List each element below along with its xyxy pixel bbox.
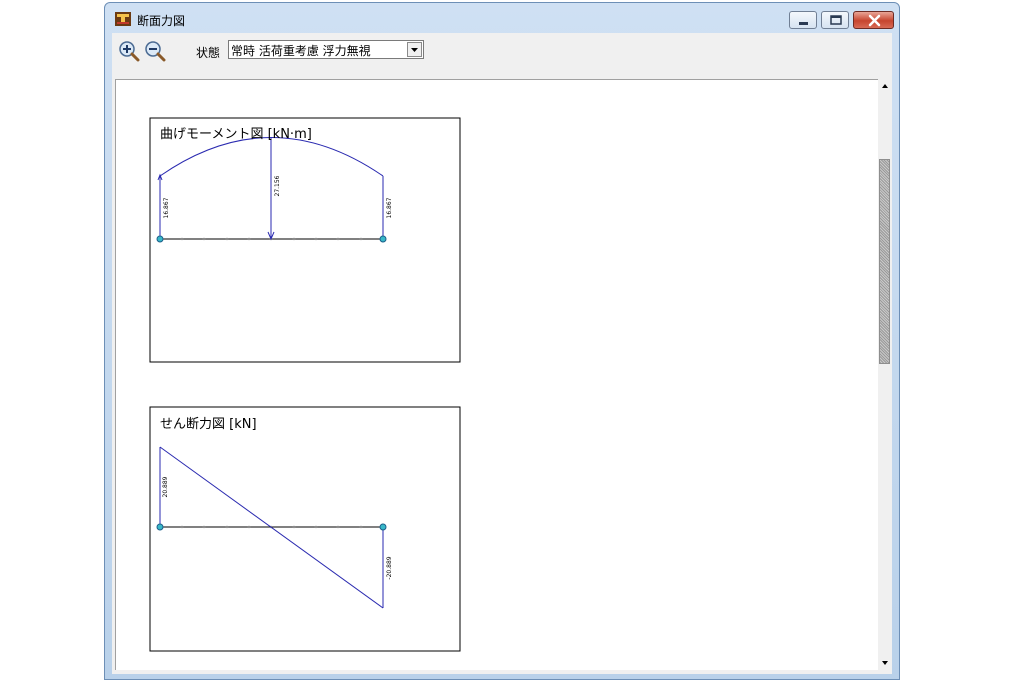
moment-panel: 16.867 27.156 16.867 曲げモーメント図 [kN·m]: [149, 117, 461, 363]
diagram-svg: 16.867 27.156 16.867 曲げモーメント図 [kN·m] 20.…: [149, 117, 461, 652]
zoom-out-icon[interactable]: [144, 40, 166, 62]
state-select-value: 常時 活荷重考慮 浮力無視: [231, 44, 371, 58]
maximize-icon: [830, 15, 842, 25]
shear-panel: 20.889 -20.889 せん断力図 [kN]: [149, 406, 461, 652]
moment-left-value: 16.867: [163, 197, 170, 218]
left-support-node: [156, 235, 164, 243]
scroll-down-icon[interactable]: [878, 656, 892, 670]
scroll-up-icon[interactable]: [878, 79, 892, 93]
toolbar: 状態 常時 活荷重考慮 浮力無視: [112, 33, 892, 78]
section-force-window: 断面力図 状態 常時 活荷重考慮 浮力無視 16.867 27.156 16.8…: [104, 2, 900, 680]
scrollbar-thumb[interactable]: [879, 159, 890, 364]
state-label: 状態: [196, 46, 221, 60]
state-select-dropdown-button[interactable]: [407, 42, 422, 57]
moment-right-value: 16.867: [386, 197, 393, 218]
diagram-canvas: 16.867 27.156 16.867 曲げモーメント図 [kN·m] 20.…: [115, 79, 878, 670]
close-button[interactable]: [853, 11, 894, 29]
minimize-icon: [799, 22, 808, 25]
shear-right-support-node: [379, 523, 387, 531]
shear-end-value: -20.889: [386, 556, 393, 579]
window-title: 断面力図: [137, 14, 186, 28]
shear-panel-title: せん断力図 [kN]: [160, 417, 257, 432]
minimize-button[interactable]: [789, 11, 817, 29]
right-support-node: [379, 235, 387, 243]
close-icon: [868, 14, 881, 27]
moment-panel-title: 曲げモーメント図 [kN·m]: [160, 127, 312, 142]
cross-section-app-icon: [115, 12, 131, 26]
maximize-button[interactable]: [821, 11, 849, 29]
state-select[interactable]: 常時 活荷重考慮 浮力無視: [228, 40, 424, 59]
vertical-scrollbar[interactable]: [878, 79, 892, 670]
shear-start-value: 20.889: [162, 476, 169, 497]
client-area: 状態 常時 活荷重考慮 浮力無視 16.867 27.156 16.867 曲げ…: [112, 33, 892, 674]
moment-mid-value: 27.156: [274, 175, 281, 196]
shear-left-support-node: [156, 523, 164, 531]
title-bar[interactable]: 断面力図: [105, 3, 899, 31]
zoom-in-icon[interactable]: [118, 40, 140, 62]
chevron-down-icon: [411, 48, 418, 52]
